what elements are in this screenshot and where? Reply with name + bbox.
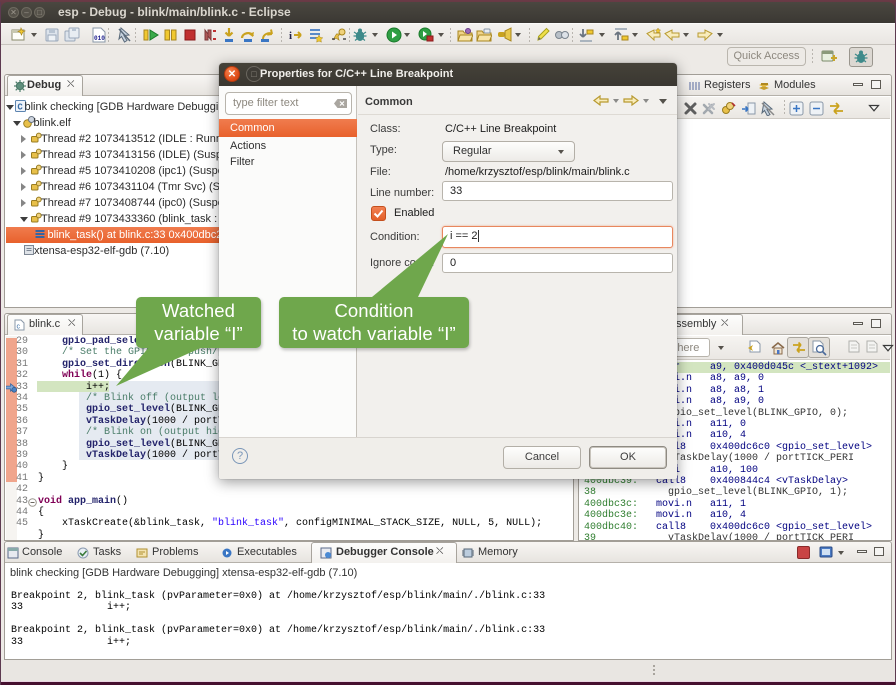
svg-text:i: i bbox=[289, 30, 292, 42]
svg-text:c: c bbox=[17, 324, 21, 331]
svg-text:010: 010 bbox=[94, 35, 105, 42]
svg-text:C: C bbox=[17, 103, 23, 113]
